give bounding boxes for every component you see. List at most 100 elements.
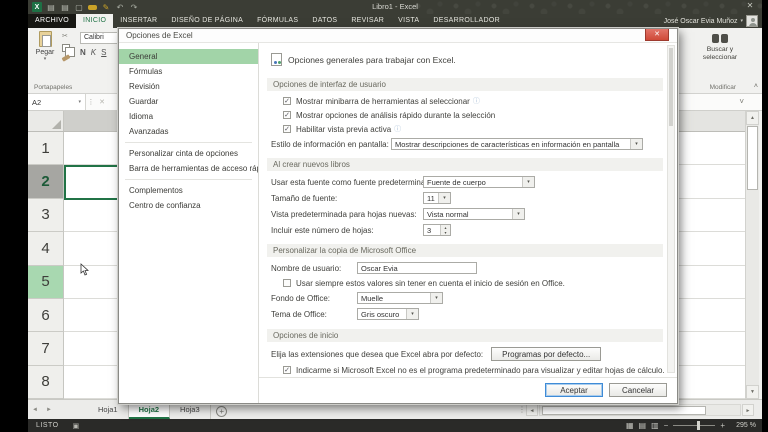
sidebar-item-formulas[interactable]: Fórmulas	[119, 64, 258, 79]
chevron-down-icon[interactable]: ▾	[406, 309, 418, 319]
paste-label: Pegar	[35, 49, 55, 56]
sidebar-item-complementos[interactable]: Complementos	[119, 183, 258, 198]
dialog-scroll-thumb[interactable]	[669, 48, 673, 126]
sidebar-item-avanzadas[interactable]: Avanzadas	[119, 124, 258, 139]
sheet-nav-left-icon[interactable]: ◄	[28, 400, 42, 419]
dialog-titlebar[interactable]: Opciones de Excel ✕	[119, 29, 677, 43]
checkbox-siempre-valores[interactable]	[283, 279, 291, 287]
chevron-down-icon[interactable]: ▾	[512, 209, 524, 219]
bold-button[interactable]: N	[80, 48, 86, 57]
select-all-button[interactable]	[28, 111, 64, 131]
scroll-up-icon[interactable]: ▲	[746, 111, 759, 125]
row-header-1[interactable]: 1	[28, 132, 64, 166]
checkbox-label: Usar siempre estos valores sin tener en …	[296, 278, 565, 288]
paste-button[interactable]: Pegar ▾	[32, 31, 58, 83]
row-header-8[interactable]: 8	[28, 365, 64, 399]
field-label: Elija las extensiones que desea que Exce…	[271, 349, 484, 359]
accept-button[interactable]: Aceptar	[545, 383, 603, 397]
chevron-down-icon[interactable]: ▾	[522, 177, 534, 187]
default-view-select[interactable]: Vista normal ▾	[423, 208, 525, 220]
checkbox-indicarme-predeterminado[interactable]: ✓	[283, 366, 291, 374]
stepper-value: 3	[427, 226, 432, 235]
macro-record-icon[interactable]: ▣	[73, 422, 80, 430]
office-theme-select[interactable]: Gris oscuro ▾	[357, 308, 419, 320]
spin-down-icon[interactable]: ▾	[441, 230, 450, 235]
page-break-view-icon[interactable]: ▥	[651, 421, 659, 430]
sidebar-item-centro-confianza[interactable]: Centro de confianza	[119, 198, 258, 213]
dialog-scrollbar[interactable]	[667, 45, 675, 373]
tab-vista[interactable]: VISTA	[391, 14, 426, 28]
expand-formula-bar-icon[interactable]: ˅	[739, 97, 744, 106]
dialog-close-button[interactable]: ✕	[645, 29, 669, 41]
username-field[interactable]	[357, 262, 477, 274]
tab-archivo[interactable]: ARCHIVO	[28, 14, 76, 28]
name-box[interactable]: A2 ▾	[28, 94, 86, 110]
name-box-splitter-icon[interactable]: ⋮	[86, 94, 96, 110]
horizontal-scroll-track[interactable]	[539, 404, 741, 416]
chevron-down-icon[interactable]: ▾	[630, 139, 642, 149]
select-value: Mostrar descripciones de características…	[395, 140, 620, 149]
zoom-level[interactable]: 295 %	[730, 422, 756, 429]
default-programs-button[interactable]: Programas por defecto...	[491, 347, 602, 361]
row-header-2[interactable]: 2	[28, 165, 64, 199]
underline-button[interactable]: S	[101, 48, 106, 57]
horizontal-scroll-thumb[interactable]	[542, 406, 706, 415]
vertical-scroll-thumb[interactable]	[747, 126, 758, 190]
row-header-5[interactable]: 5	[28, 265, 64, 299]
collapse-ribbon-icon[interactable]: ˄	[754, 83, 758, 90]
cut-icon[interactable]: ✂	[62, 33, 70, 40]
normal-view-icon[interactable]: ▦	[626, 421, 634, 430]
zoom-in-icon[interactable]: +	[720, 421, 725, 430]
checkbox-analisis-rapido[interactable]: ✓	[283, 111, 291, 119]
field-label: Fondo de Office:	[271, 293, 330, 303]
zoom-out-icon[interactable]: −	[664, 421, 669, 430]
cancel-entry-icon[interactable]: ✕	[96, 94, 108, 110]
row-header-6[interactable]: 6	[28, 298, 64, 333]
sheet-nav-right-icon[interactable]: ►	[42, 400, 56, 419]
default-font-select[interactable]: Fuente de cuerpo ▾	[423, 176, 535, 188]
page-layout-view-icon[interactable]: ▤	[639, 421, 647, 430]
tab-diseno-de-pagina[interactable]: DISEÑO DE PÁGINA	[164, 14, 250, 28]
copy-icon[interactable]	[62, 44, 75, 57]
checkbox-vista-previa[interactable]: ✓	[283, 125, 291, 133]
checkbox-minibarra[interactable]: ✓	[283, 97, 291, 105]
tab-formulas[interactable]: FÓRMULAS	[250, 14, 305, 28]
zoom-slider-handle[interactable]	[697, 421, 701, 430]
font-name-select[interactable]: Calibri	[80, 32, 120, 44]
sidebar-item-general[interactable]: General	[119, 49, 258, 64]
window-close-icon[interactable]: ✕	[744, 1, 756, 10]
mouse-cursor	[80, 263, 89, 276]
tab-inicio[interactable]: INICIO	[76, 14, 114, 28]
sidebar-item-revision[interactable]: Revisión	[119, 79, 258, 94]
scroll-down-icon[interactable]: ▼	[746, 385, 759, 399]
sheet-count-stepper[interactable]: 3 ▴ ▾	[423, 224, 451, 236]
chevron-down-icon[interactable]: ▾	[438, 193, 450, 203]
vertical-scrollbar[interactable]: ▲ ▼	[745, 111, 759, 399]
tab-revisar[interactable]: REVISAR	[344, 14, 391, 28]
scroll-left-icon[interactable]: ◄	[526, 404, 538, 416]
row-header-7[interactable]: 7	[28, 332, 64, 366]
sidebar-item-barra-acceso-rapido[interactable]: Barra de herramientas de acceso rápido	[119, 161, 258, 176]
option-row: ✓ Indicarme si Microsoft Excel no es el …	[283, 365, 665, 375]
chevron-down-icon[interactable]: ▾	[430, 293, 442, 303]
account-area[interactable]: José Oscar Evia Muñoz ▾	[664, 14, 758, 28]
sidebar-item-idioma[interactable]: Idioma	[119, 109, 258, 124]
tab-datos[interactable]: DATOS	[305, 14, 344, 28]
cancel-button[interactable]: Cancelar	[609, 383, 667, 397]
sidebar-item-guardar[interactable]: Guardar	[119, 94, 258, 109]
font-size-select[interactable]: 11 ▾	[423, 192, 451, 204]
row-header-3[interactable]: 3	[28, 198, 64, 233]
scroll-right-icon[interactable]: ►	[742, 404, 754, 416]
italic-button[interactable]: K	[91, 48, 96, 57]
tooltip-style-select[interactable]: Mostrar descripciones de características…	[391, 138, 643, 150]
row-header-4[interactable]: 4	[28, 232, 64, 266]
find-select-button[interactable]: Buscar y seleccionar	[692, 32, 748, 61]
tab-desarrollador[interactable]: DESARROLLADOR	[426, 14, 507, 28]
horizontal-scrollbar[interactable]: ◄ ►	[526, 404, 754, 416]
sidebar-item-personalizar-cinta[interactable]: Personalizar cinta de opciones	[119, 146, 258, 161]
info-icon: ⓘ	[472, 98, 480, 105]
zoom-slider[interactable]	[673, 421, 716, 430]
format-painter-icon[interactable]	[61, 54, 71, 62]
office-background-select[interactable]: Muelle ▾	[357, 292, 443, 304]
tab-insertar[interactable]: INSERTAR	[113, 14, 164, 28]
